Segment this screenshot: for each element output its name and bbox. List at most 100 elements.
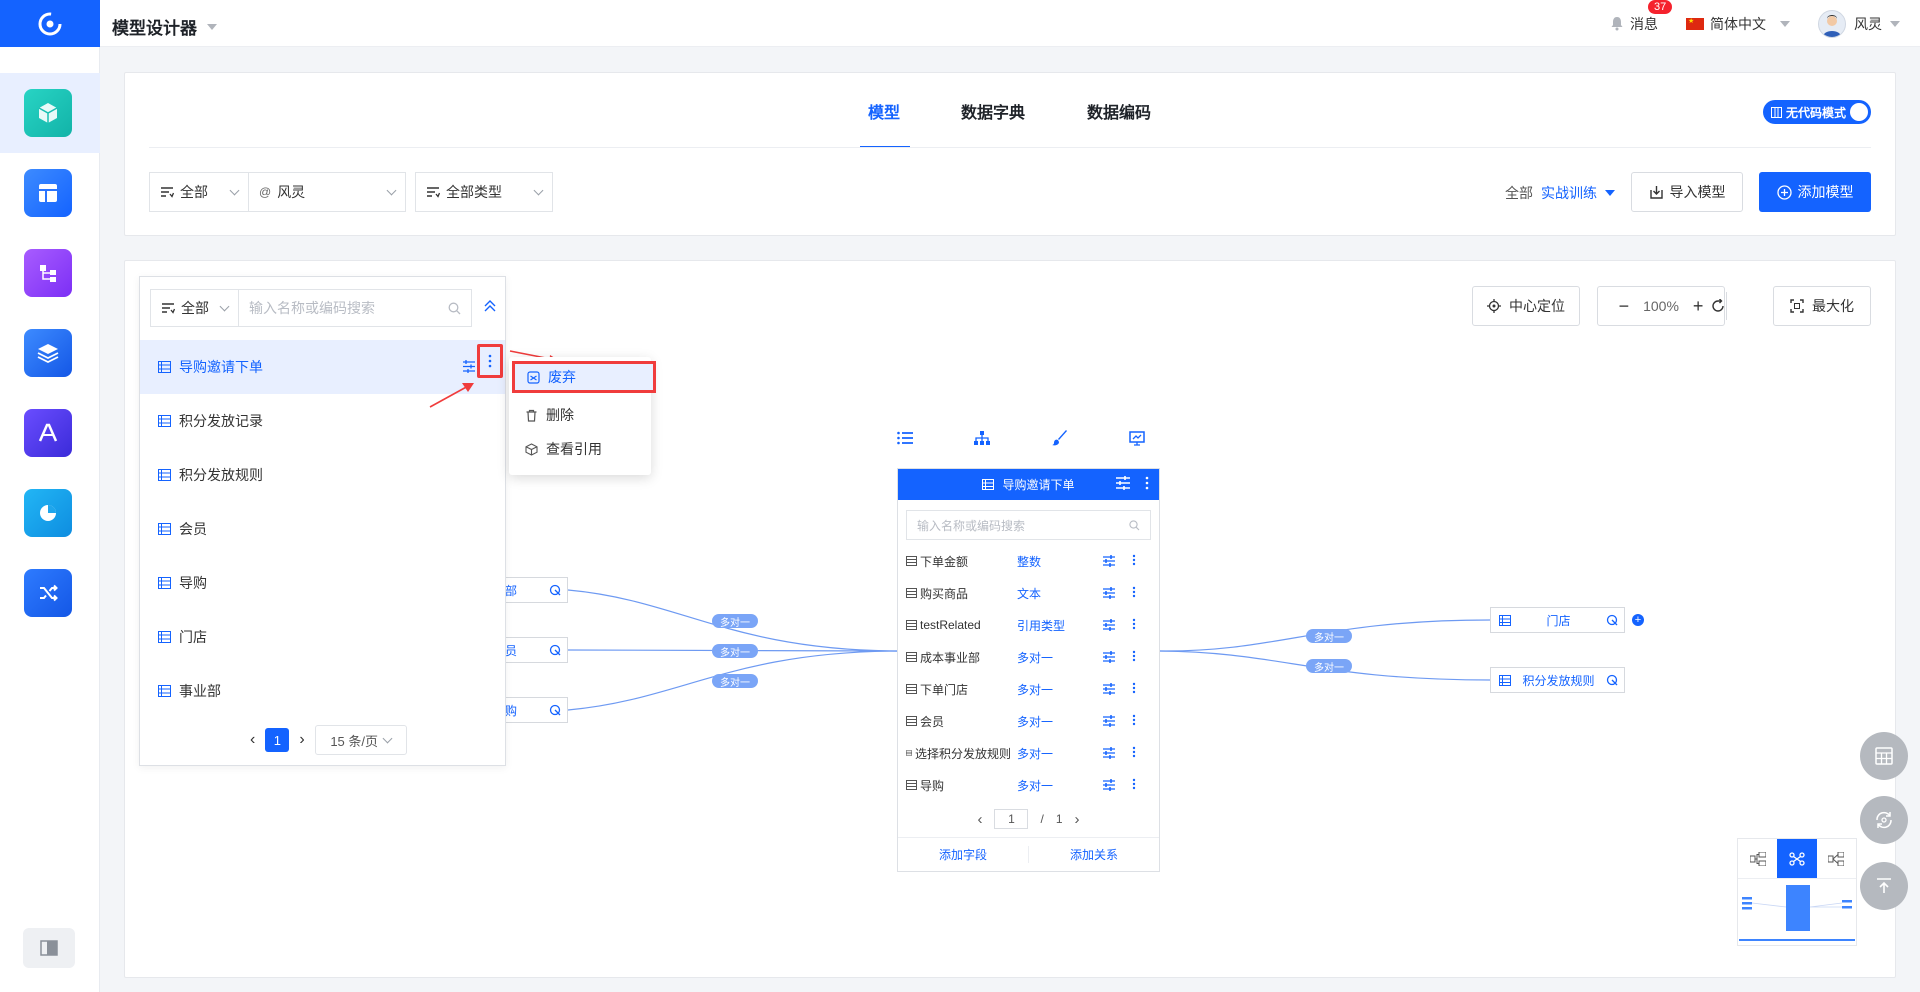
- menu-item-label: 查看引用: [546, 441, 602, 457]
- prev-page-button[interactable]: ‹: [977, 811, 982, 828]
- menu-item-label: 删除: [546, 407, 574, 423]
- field-icon: [906, 556, 917, 566]
- field-row[interactable]: 导购 多对一: [898, 769, 1159, 801]
- calculator-button[interactable]: [1860, 732, 1908, 780]
- field-icon: [906, 620, 917, 630]
- hierarchy-icon[interactable]: [974, 431, 991, 445]
- table-icon: [982, 479, 995, 490]
- field-name-cell: 导购: [906, 777, 1011, 794]
- more-vertical-icon[interactable]: [1132, 618, 1136, 630]
- field-search-input[interactable]: 输入名称或编码搜索: [906, 510, 1151, 540]
- field-name: 选择积分发放规则: [914, 746, 1011, 761]
- field-type: 多对一: [1017, 714, 1054, 729]
- more-vertical-icon[interactable]: [1132, 554, 1136, 566]
- field-name-cell: 购买商品: [906, 585, 1011, 602]
- more-vertical-icon[interactable]: [1132, 778, 1136, 790]
- add-relation-button[interactable]: 添加关系: [1029, 838, 1159, 871]
- field-row[interactable]: 会员 多对一: [898, 705, 1159, 737]
- settings-sliders-icon[interactable]: [1102, 619, 1116, 631]
- search-icon: [1129, 519, 1140, 530]
- back-to-top-button[interactable]: [1860, 862, 1908, 910]
- presentation-icon[interactable]: [1129, 430, 1145, 446]
- field-row[interactable]: 成本事业部 多对一: [898, 641, 1159, 673]
- field-type: 多对一: [1017, 682, 1054, 697]
- entity-footer: 添加字段 添加关系: [898, 837, 1159, 871]
- field-icon: [906, 750, 912, 756]
- field-icon: [906, 716, 917, 726]
- field-row[interactable]: 下单门店 多对一: [898, 673, 1159, 705]
- field-name: 购买商品: [920, 586, 969, 601]
- settings-sliders-icon[interactable]: [1102, 555, 1116, 567]
- more-vertical-icon[interactable]: [1132, 746, 1136, 758]
- field-name-cell: 下单门店: [906, 681, 1011, 698]
- field-row[interactable]: 下单金额 整数: [898, 545, 1159, 577]
- field-name: 会员: [920, 714, 945, 729]
- page-separator: /: [1040, 812, 1044, 826]
- settings-sliders-icon[interactable]: [1102, 715, 1116, 727]
- layout-radial-icon[interactable]: [1777, 839, 1817, 878]
- calculator-icon: [1875, 747, 1893, 765]
- settings-sliders-icon[interactable]: [1102, 747, 1116, 759]
- add-field-button[interactable]: 添加字段: [898, 838, 1028, 871]
- more-vertical-icon[interactable]: [1132, 586, 1136, 598]
- layout-dag-icon[interactable]: [1817, 839, 1856, 878]
- field-row[interactable]: 购买商品 文本: [898, 577, 1159, 609]
- next-page-button[interactable]: ›: [1075, 811, 1080, 828]
- field-row[interactable]: testRelated 引用类型: [898, 609, 1159, 641]
- field-name: 成本事业部: [920, 650, 981, 665]
- arrow-top-icon: [1877, 878, 1891, 893]
- field-type: 多对一: [1017, 746, 1054, 761]
- field-name-cell: 会员: [906, 713, 1011, 730]
- menu-item-label: 废弃: [548, 369, 576, 385]
- field-type: 多对一: [1017, 650, 1054, 665]
- settings-sliders-icon[interactable]: [1102, 651, 1116, 663]
- settings-sliders-icon[interactable]: [1102, 779, 1116, 791]
- minimap-preview: [1739, 885, 1855, 941]
- field-type: 文本: [1017, 586, 1042, 601]
- archive-icon: [527, 370, 540, 384]
- settings-sliders-icon[interactable]: [1102, 683, 1116, 695]
- field-search-placeholder: 输入名称或编码搜索: [917, 518, 1026, 533]
- more-vertical-icon[interactable]: [1145, 476, 1149, 490]
- trash-icon: [526, 409, 537, 422]
- settings-sliders-icon[interactable]: [1102, 587, 1116, 599]
- field-name: 下单门店: [920, 682, 969, 697]
- field-name-cell: 成本事业部: [906, 649, 1011, 666]
- entity-header[interactable]: 导购邀请下单: [898, 469, 1159, 500]
- total-pages: 1: [1055, 812, 1063, 826]
- field-name-cell: 下单金额: [906, 553, 1011, 570]
- field-type: 整数: [1017, 554, 1042, 569]
- sync-button[interactable]: [1860, 796, 1908, 844]
- field-type: 引用类型: [1017, 618, 1066, 633]
- entity-title: 导购邀请下单: [1002, 478, 1075, 492]
- settings-sliders-icon[interactable]: [1115, 476, 1131, 490]
- field-name: 下单金额: [920, 554, 969, 569]
- entity-toolbar: [897, 430, 1145, 446]
- field-icon: [906, 684, 917, 694]
- item-context-menu: 废弃 删除 查看引用: [509, 357, 656, 475]
- field-name-cell: 选择积分发放规则: [906, 745, 1011, 762]
- field-name: 导购: [920, 778, 945, 793]
- field-icon: [906, 652, 917, 662]
- menu-item-view-references[interactable]: 查看引用: [509, 433, 651, 465]
- field-icon: [906, 780, 917, 790]
- field-icon: [906, 588, 917, 598]
- layout-tree-icon[interactable]: [1738, 839, 1777, 878]
- more-vertical-icon[interactable]: [1132, 714, 1136, 726]
- field-pagination: ‹ 1 / 1 ›: [898, 809, 1159, 829]
- cube-outline-icon: [525, 442, 538, 456]
- list-view-icon[interactable]: [897, 431, 913, 445]
- field-name-cell: testRelated: [906, 618, 1011, 632]
- field-name: testRelated: [920, 618, 981, 632]
- more-vertical-icon[interactable]: [1132, 682, 1136, 694]
- brush-icon[interactable]: [1051, 430, 1068, 446]
- menu-item-deprecate[interactable]: 废弃: [512, 361, 656, 393]
- field-type: 多对一: [1017, 778, 1054, 793]
- minimap[interactable]: [1737, 838, 1857, 946]
- menu-item-delete[interactable]: 删除: [509, 399, 651, 431]
- sync-icon: [1876, 811, 1892, 829]
- more-vertical-icon[interactable]: [1132, 650, 1136, 662]
- entity-card: 导购邀请下单 输入名称或编码搜索 下单金额 整数购买商品 文本 testRelated…: [897, 468, 1160, 872]
- current-page-input[interactable]: 1: [994, 809, 1029, 829]
- field-row[interactable]: 选择积分发放规则 多对一: [898, 737, 1159, 769]
